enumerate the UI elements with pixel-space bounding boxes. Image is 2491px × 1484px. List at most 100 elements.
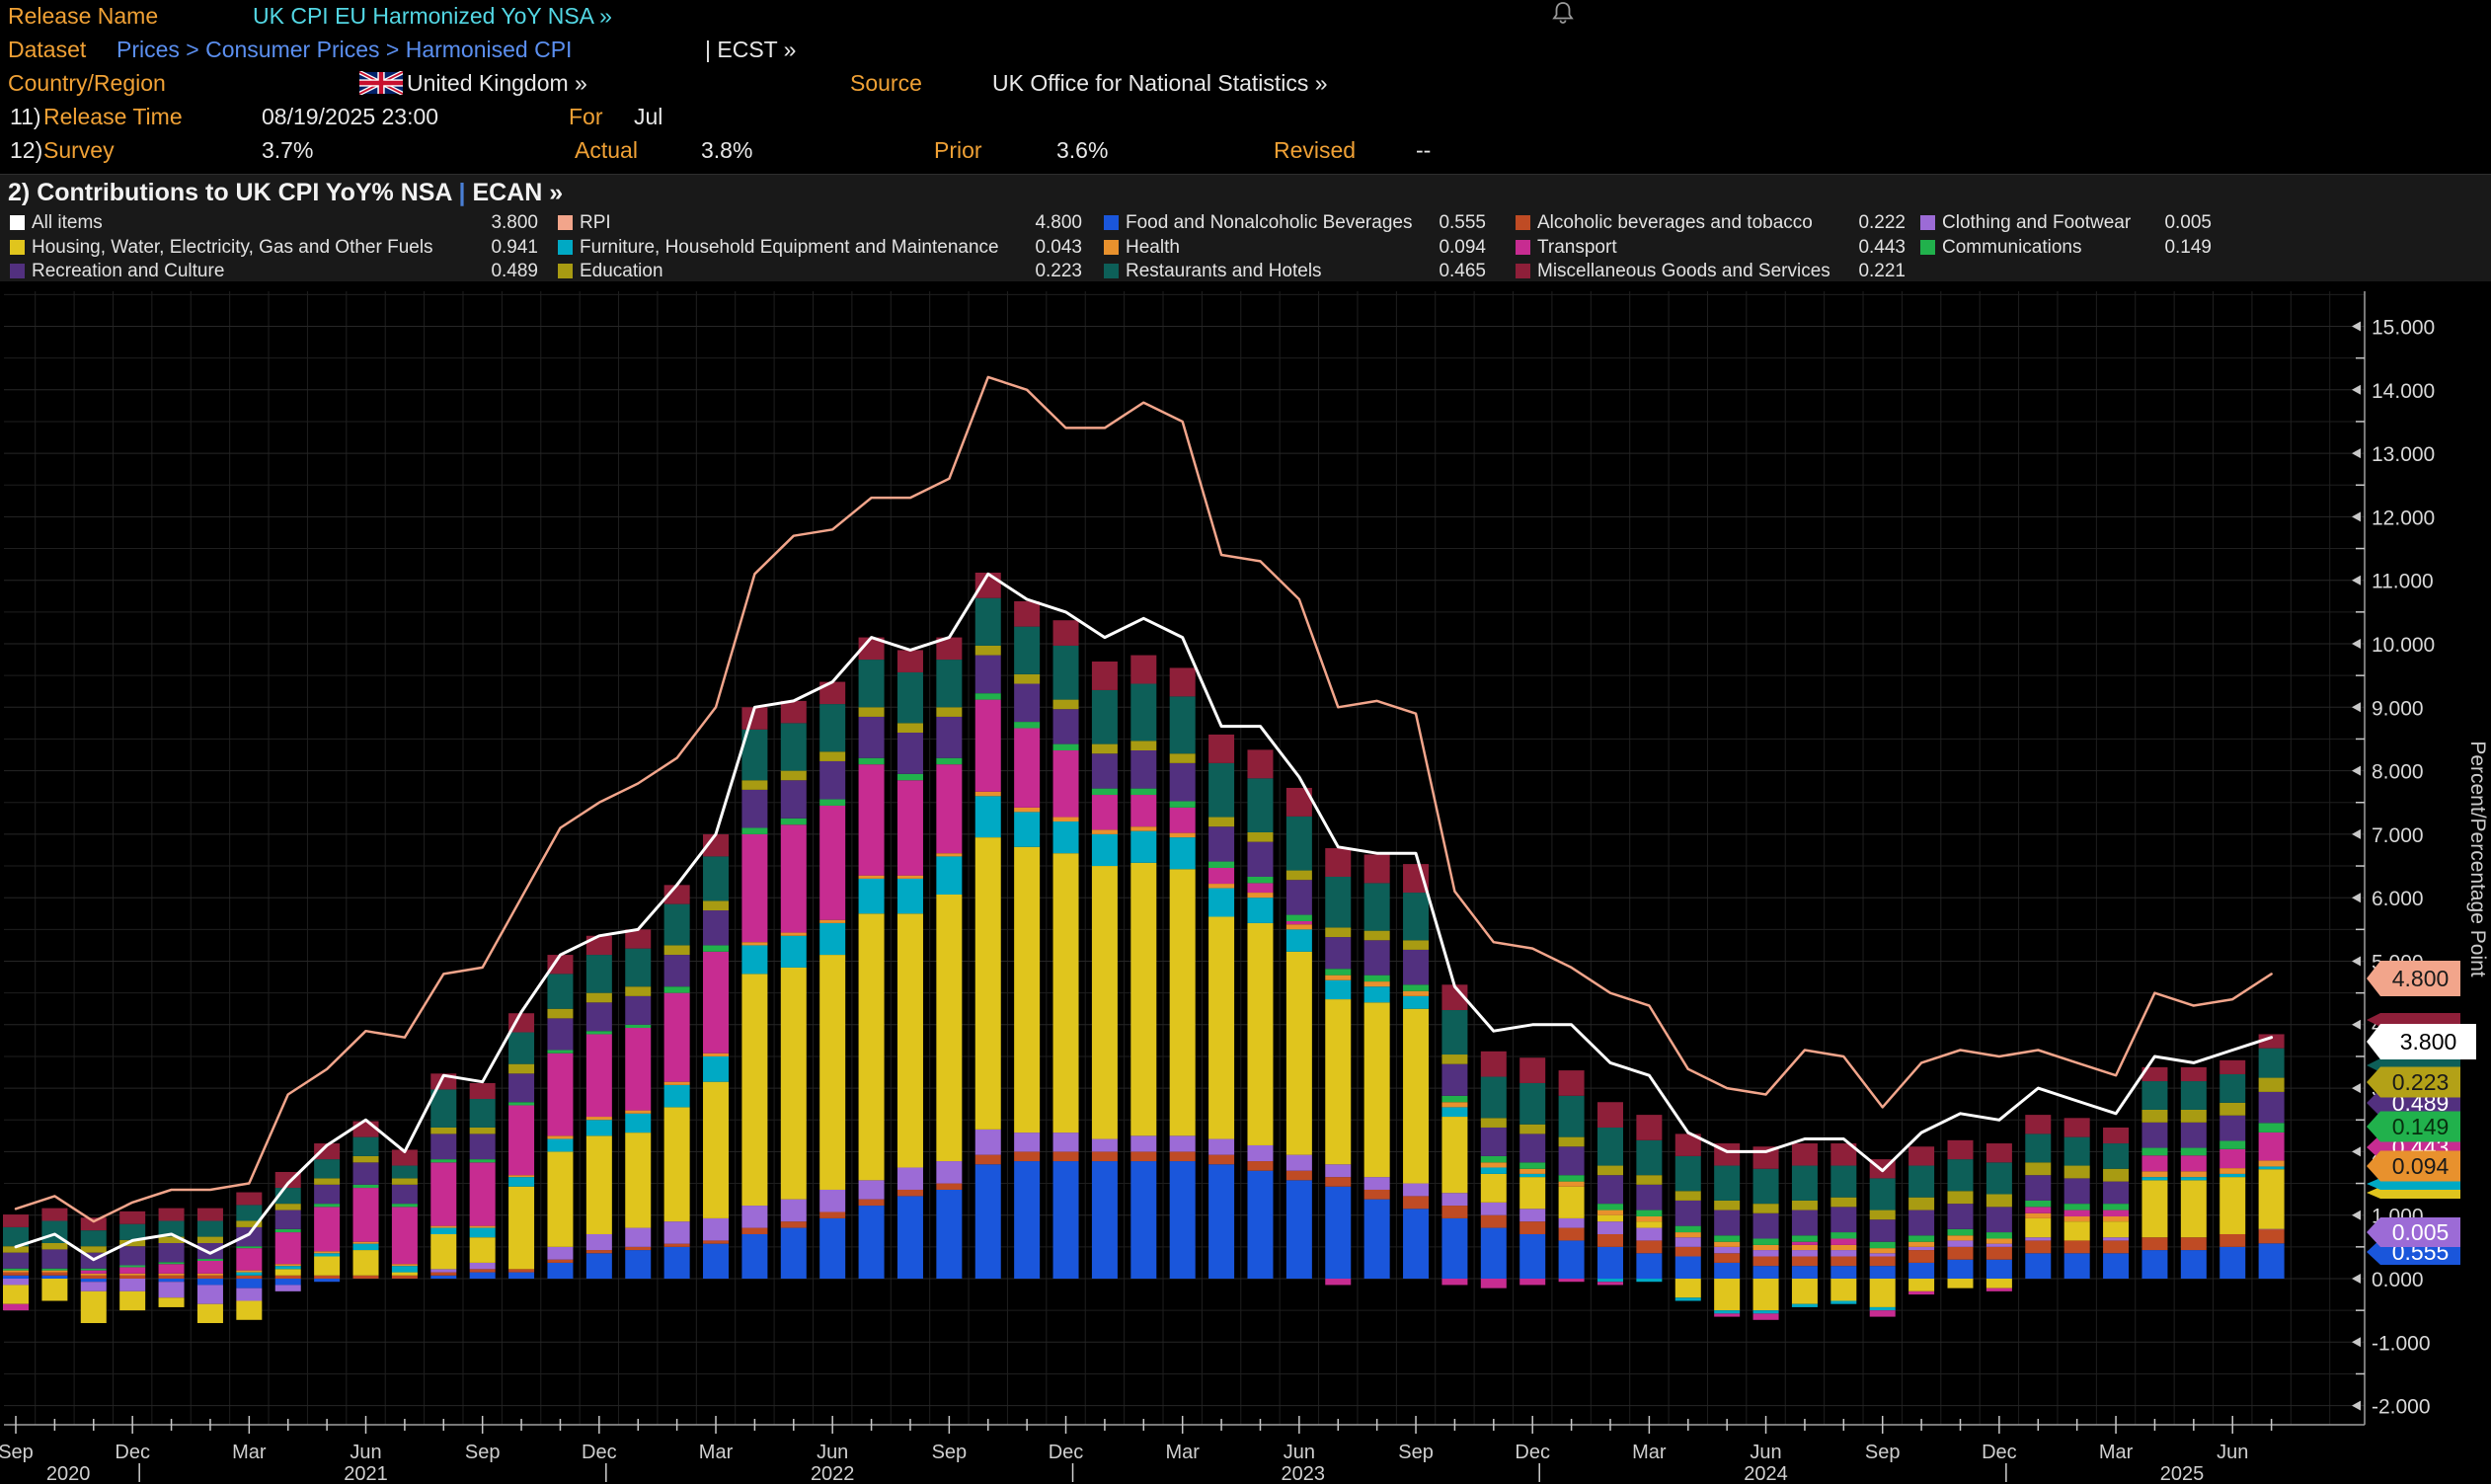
bar-segment [1364,981,1390,986]
y-major-tick [2352,1146,2361,1156]
bar-segment [1325,969,1351,975]
bar-segment [2103,1169,2129,1182]
bar-segment [1870,1307,1896,1310]
bar-segment [2064,1211,2090,1216]
bar-segment [236,1227,262,1246]
bar-segment [1441,1279,1467,1285]
bar-segment [41,1276,67,1279]
bar-segment [819,1211,845,1217]
bar-segment [1208,763,1234,818]
bar-segment [1403,984,1429,990]
bar-segment [2103,1216,2129,1221]
bar-segment [2219,1234,2245,1247]
bar-segment [1403,1184,1429,1197]
bar-segment [2259,1078,2285,1092]
bar-segment [2219,1140,2245,1148]
bar-segment [1792,1235,1818,1241]
bar-segment [1714,1253,1740,1263]
bar-segment [1675,1256,1701,1279]
bar-segment [1325,1164,1351,1177]
y-major-tick [2352,766,2361,776]
bar-segment [2141,1171,2167,1177]
bar-segment [1403,1009,1429,1184]
bar-segment [1364,854,1390,883]
bar-segment [81,1274,107,1276]
bar-segment [703,1056,729,1082]
bar-segment [1519,1133,1545,1162]
bar-segment [1753,1313,1779,1319]
bar-segment [1792,1143,1818,1166]
bar-segment [1908,1291,1934,1294]
bar-segment [1481,1279,1507,1289]
bar-segment [1714,1247,1740,1253]
y-major-tick [2352,1083,2361,1093]
bar-segment [430,1273,456,1276]
bar-segment [159,1279,185,1282]
bar-segment [41,1279,67,1301]
bar-segment [703,1244,729,1279]
bar-segment [1830,1245,1856,1250]
bar-segment [3,1271,29,1273]
bar-segment [1519,1234,1545,1279]
bar-segment [586,1034,612,1117]
bar-segment [859,879,885,913]
bar-segment [508,1102,534,1105]
bar-segment [664,1082,690,1085]
bar-segment [1208,916,1234,1138]
bar-segment [741,1234,767,1279]
bar-segment [392,1185,418,1204]
bar-segment [159,1262,185,1264]
bar-segment [625,986,651,996]
bar-segment [2025,1237,2051,1240]
bar-segment [508,1033,534,1064]
bar-segment [1830,1238,1856,1244]
bar-segment [1014,1133,1040,1151]
bar-segment [353,1276,379,1279]
bar-segment [470,1226,496,1228]
bar-segment [1675,1232,1701,1237]
bar-segment [819,955,845,1190]
bar-segment [392,1204,418,1207]
bar-segment [1325,1187,1351,1279]
bar-segment [1559,1137,1585,1147]
bar-segment [975,792,1001,797]
bar-segment [1948,1240,1974,1246]
bar-segment [703,856,729,900]
bar-segment [1908,1279,1934,1291]
bar-segment [586,1250,612,1253]
bar-segment [2025,1162,2051,1175]
bar-segment [2181,1155,2207,1171]
bar-segment [1130,750,1156,789]
y-tick-label: 9.000 [2372,697,2424,720]
bar-segment [1636,1228,1662,1241]
bar-segment [430,1128,456,1133]
bar-segment [1286,880,1312,914]
bar-segment [547,1260,573,1263]
bar-segment [392,1273,418,1276]
bar-segment [2103,1143,2129,1169]
bar-segment [508,1175,534,1177]
bar-segment [1830,1198,1856,1208]
x-quarter-label: Dec [115,1442,150,1463]
bar-segment [1519,1221,1545,1234]
y-major-tick [2352,385,2361,395]
y-major-tick [2352,448,2361,458]
bar-segment [664,993,690,1082]
bar-segment [1208,1155,1234,1165]
bar-segment [547,1051,573,1054]
bar-segment [2064,1204,2090,1210]
bar-segment [1481,1215,1507,1228]
bar-segment [1597,1221,1623,1234]
bar-segment [159,1274,185,1276]
bar-segment [1247,778,1273,832]
bar-segment [2219,1116,2245,1141]
bar-segment [1714,1310,1740,1313]
bar-segment [819,751,845,761]
bar-segment [664,955,690,986]
bar-segment [1675,1237,1701,1247]
bar-segment [1014,1151,1040,1161]
bar-segment [1714,1313,1740,1316]
bar-segment [353,1156,379,1162]
bar-segment [197,1259,223,1261]
bar-segment [781,723,807,770]
